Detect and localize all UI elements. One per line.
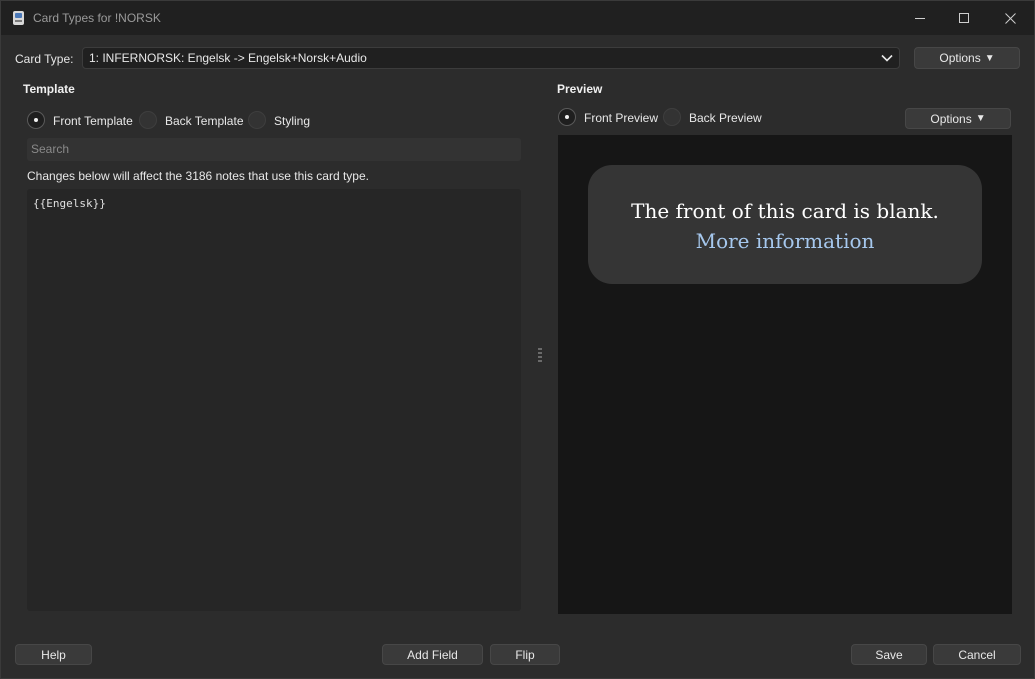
cancel-button[interactable]: Cancel [933, 644, 1021, 665]
template-editor-content: {{Engelsk}} [33, 197, 106, 210]
styling-radio[interactable] [248, 111, 266, 129]
help-button[interactable]: Help [15, 644, 92, 665]
save-button[interactable]: Save [851, 644, 927, 665]
blank-card-notice: The front of this card is blank. More in… [588, 165, 982, 284]
title-bar: Card Types for !NORSK [1, 1, 1034, 35]
more-information-link[interactable]: More information [588, 229, 982, 253]
window-title: Card Types for !NORSK [33, 11, 161, 25]
front-preview-label[interactable]: Front Preview [584, 111, 658, 125]
front-template-label[interactable]: Front Template [53, 114, 133, 128]
maximize-icon [958, 12, 969, 23]
preview-section-title: Preview [557, 82, 603, 96]
blank-card-message: The front of this card is blank. [631, 199, 939, 223]
card-preview: The front of this card is blank. More in… [558, 135, 1012, 614]
chevron-down-icon [881, 54, 893, 62]
options-label: Options [930, 111, 972, 126]
maximize-button[interactable] [941, 1, 987, 35]
splitter-handle[interactable] [538, 348, 542, 362]
minimize-icon [914, 17, 925, 19]
back-preview-radio[interactable] [663, 108, 681, 126]
back-template-radio[interactable] [139, 111, 157, 129]
preview-options-button[interactable]: Options ▼ [905, 108, 1011, 129]
template-section-title: Template [23, 82, 75, 96]
minimize-button[interactable] [897, 1, 943, 35]
search-input[interactable] [31, 142, 511, 156]
card-type-select[interactable]: 1: INFERNORSK: Engelsk -> Engelsk+Norsk+… [82, 47, 900, 69]
card-types-window: Card Types for !NORSK Card Type: 1: INFE… [0, 0, 1035, 679]
flip-button[interactable]: Flip [490, 644, 560, 665]
close-button[interactable] [987, 1, 1033, 35]
styling-label[interactable]: Styling [274, 114, 310, 128]
change-notice: Changes below will affect the 3186 notes… [27, 169, 369, 183]
back-template-label[interactable]: Back Template [165, 114, 244, 128]
front-template-radio[interactable] [27, 111, 45, 129]
triangle-down-icon: ▼ [975, 113, 986, 124]
options-label: Options [939, 51, 981, 65]
card-type-selected: 1: INFERNORSK: Engelsk -> Engelsk+Norsk+… [89, 51, 367, 65]
front-preview-radio[interactable] [558, 108, 576, 126]
close-icon [1004, 12, 1016, 24]
add-field-button[interactable]: Add Field [382, 644, 483, 665]
back-preview-label[interactable]: Back Preview [689, 111, 762, 125]
anki-app-icon [13, 11, 24, 25]
card-type-options-button[interactable]: Options ▼ [914, 47, 1020, 69]
triangle-down-icon: ▼ [984, 52, 995, 64]
card-type-label: Card Type: [15, 52, 74, 66]
template-editor[interactable]: {{Engelsk}} [27, 189, 521, 611]
search-box [27, 138, 521, 161]
